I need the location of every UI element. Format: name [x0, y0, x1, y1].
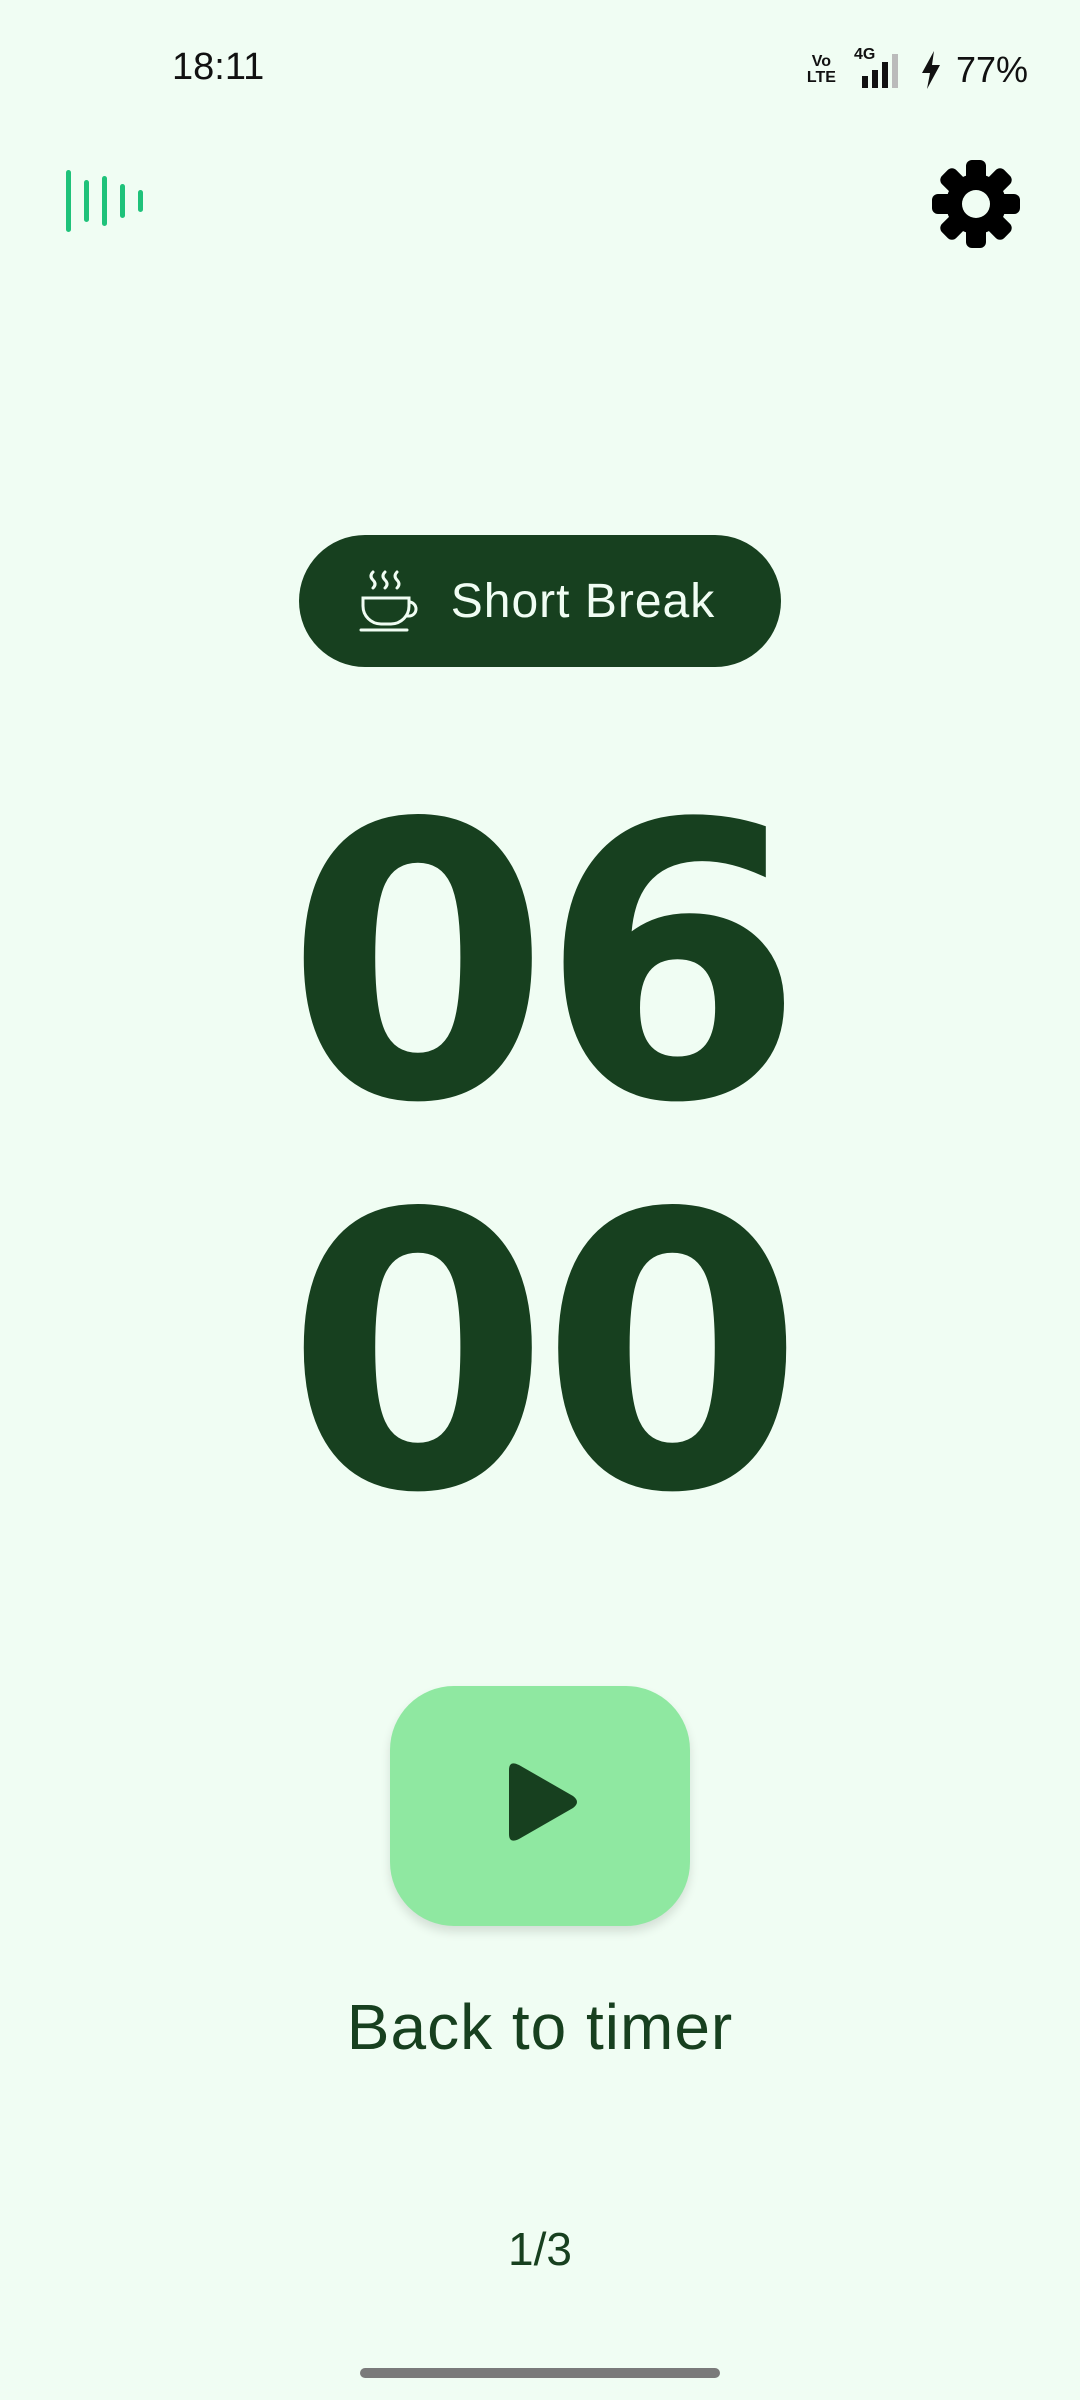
timer-seconds: 00: [285, 1133, 805, 1576]
charging-icon: [921, 51, 940, 89]
mode-label: Short Break: [450, 574, 716, 628]
battery-percentage: 77%: [955, 49, 1028, 90]
status-time: 18:11: [172, 46, 265, 88]
home-gesture-handle[interactable]: [360, 2368, 720, 2378]
session-indicator: 1/3: [508, 2223, 572, 2275]
back-to-timer-link[interactable]: Back to timer: [0, 1990, 1080, 2064]
coffee-cup-icon: [359, 570, 418, 632]
mode-chip[interactable]: Short Break: [299, 535, 781, 667]
play-button[interactable]: [390, 1686, 690, 1926]
gear-icon: [932, 160, 1020, 248]
play-icon: [509, 1763, 577, 1841]
volte-bottom: LTE: [806, 69, 836, 86]
volte-top: Vo: [811, 53, 832, 70]
status-icons: Vo LTE 4G 77%: [807, 46, 1028, 92]
stats-button[interactable]: [60, 168, 150, 234]
bar-chart-icon: [66, 170, 143, 232]
volte-icon: Vo LTE: [807, 54, 836, 86]
timer-minutes: 06: [285, 743, 805, 1186]
signal-icon: 4G: [850, 46, 906, 90]
settings-button[interactable]: [930, 158, 1022, 250]
